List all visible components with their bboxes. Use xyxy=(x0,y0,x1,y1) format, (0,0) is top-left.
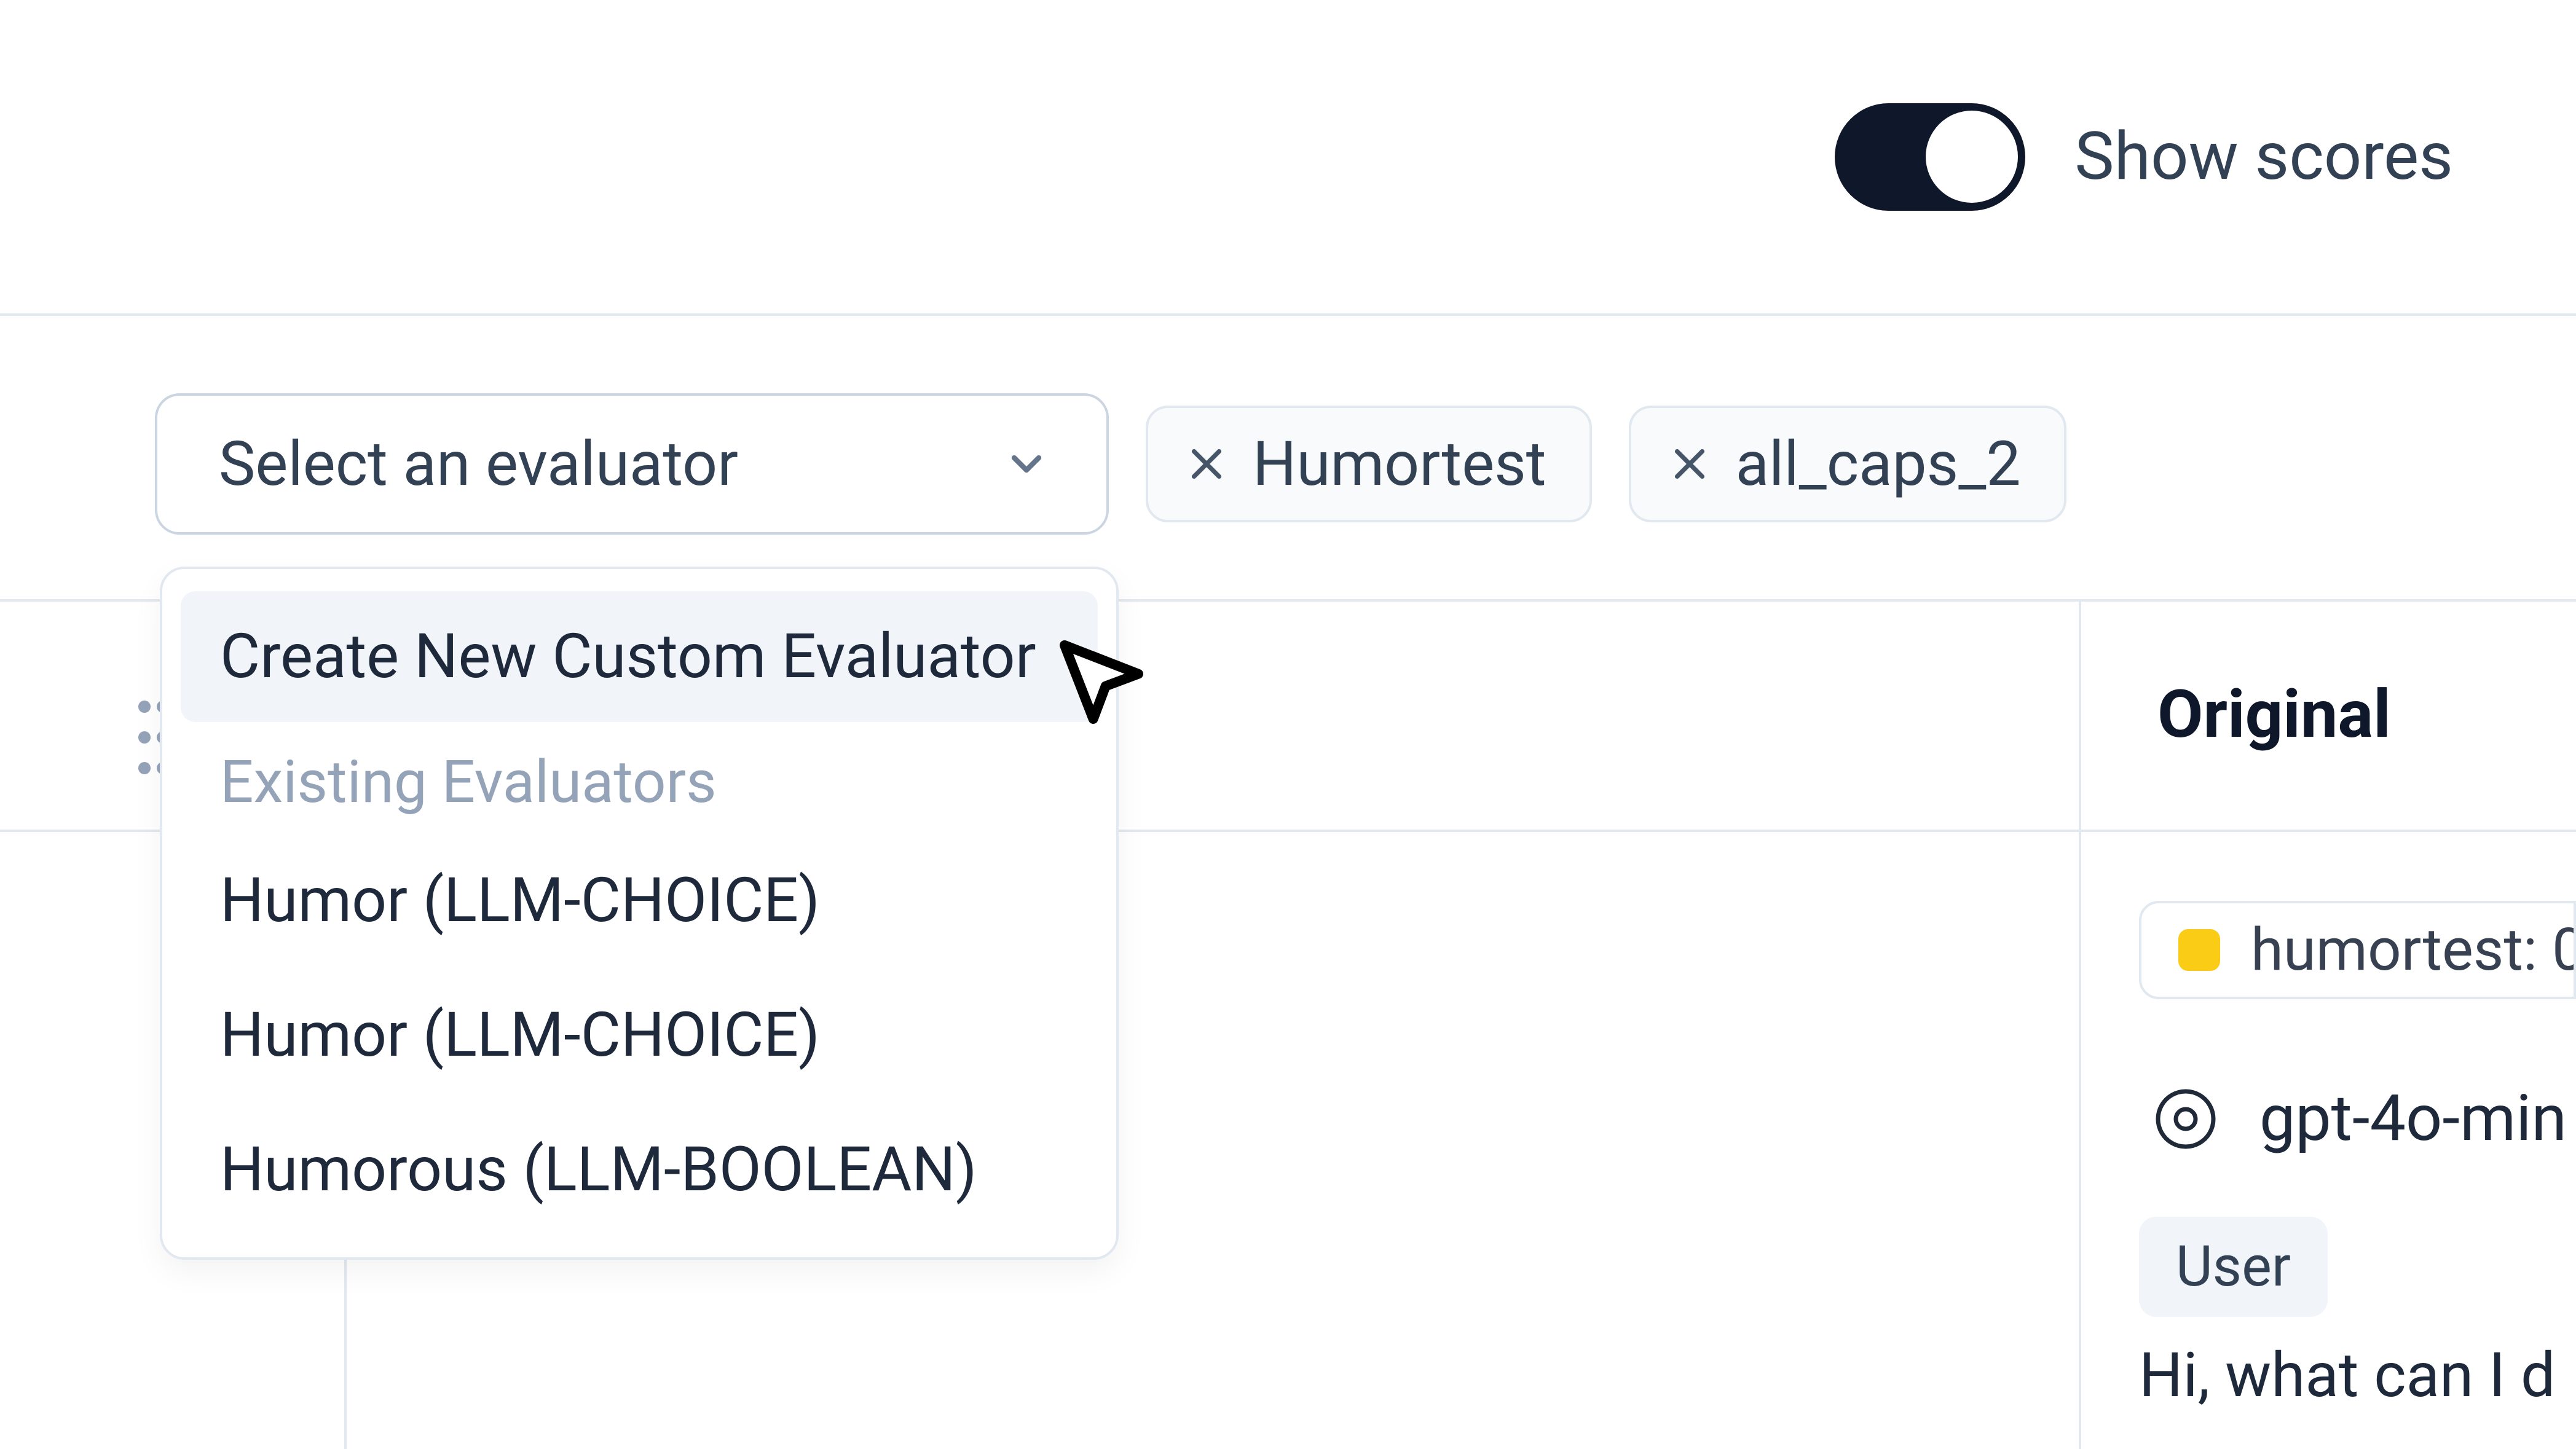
chip-label: Humortest xyxy=(1253,428,1546,500)
close-icon[interactable] xyxy=(1668,442,1711,485)
evaluator-option[interactable]: Humor (LLM-CHOICE) xyxy=(181,970,1098,1101)
filter-row: Select an evaluator Humortest all_caps_2 xyxy=(155,393,2066,535)
evaluator-chip-humortest[interactable]: Humortest xyxy=(1146,406,1592,522)
existing-evaluators-section-label: Existing Evaluators xyxy=(181,726,1098,831)
model-row: gpt-4o-min xyxy=(2149,1082,2567,1156)
role-chip-user: User xyxy=(2139,1217,2328,1317)
score-badge: humortest: 0 xyxy=(2139,901,2576,999)
score-color-swatch xyxy=(2178,929,2220,971)
evaluator-option[interactable]: Humor (LLM-CHOICE) xyxy=(181,835,1098,966)
message-preview: Hi, what can I d xyxy=(2139,1340,2555,1412)
model-name: gpt-4o-min xyxy=(2259,1082,2567,1156)
column-header-original: Original xyxy=(2157,676,2391,753)
chevron-down-icon xyxy=(1002,439,1051,489)
close-icon[interactable] xyxy=(1185,442,1228,485)
evaluator-dropdown-menu: Create New Custom Evaluator Existing Eva… xyxy=(160,567,1119,1260)
select-evaluator-placeholder: Select an evaluator xyxy=(219,428,738,500)
evaluator-option[interactable]: Humorous (LLM-BOOLEAN) xyxy=(181,1104,1098,1235)
toggle-knob xyxy=(1926,111,2018,203)
create-custom-evaluator-item[interactable]: Create New Custom Evaluator xyxy=(181,591,1098,722)
score-badge-text: humortest: 0 xyxy=(2251,916,2576,984)
select-evaluator-dropdown[interactable]: Select an evaluator xyxy=(155,393,1109,535)
top-bar: Show scores xyxy=(0,0,2576,316)
openai-logo-icon xyxy=(2149,1082,2223,1156)
evaluator-chip-all-caps-2[interactable]: all_caps_2 xyxy=(1629,406,2066,522)
show-scores-toggle[interactable] xyxy=(1835,103,2025,211)
divider xyxy=(2079,599,2081,1449)
show-scores-label: Show scores xyxy=(2074,118,2453,195)
chip-label: all_caps_2 xyxy=(1736,428,2021,500)
